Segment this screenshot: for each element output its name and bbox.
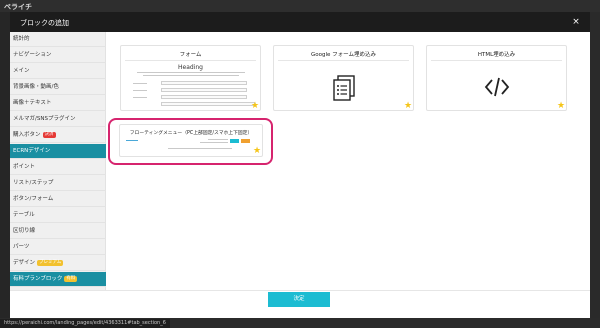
card-divider — [278, 60, 409, 61]
sidebar-item-label: メルマガ/SNSプラグイン — [13, 116, 76, 122]
sidebar-item-image-text[interactable]: 画像＋テキスト — [10, 96, 106, 111]
status-bar-url: https://peraichi.com/landing_pages/edit/… — [0, 319, 170, 328]
preview-input — [161, 88, 247, 92]
sidebar-item-paid-plan-blocks[interactable]: 有料プランブロック 有料 — [10, 272, 106, 287]
card-divider — [125, 60, 256, 61]
premium-badge: プレミアム — [37, 259, 64, 266]
highlight-ring — [108, 118, 273, 165]
sidebar-item-label: リスト/ステップ — [13, 180, 54, 186]
footer-divider — [10, 290, 590, 291]
app-topbar: ペライチ — [0, 0, 600, 12]
card-title: Google フォーム埋め込み — [311, 52, 376, 58]
sidebar-item-ec-design[interactable]: ECRNデザイン — [10, 144, 106, 159]
sidebar-item-newsletter-sns[interactable]: メルマガ/SNSプラグイン — [10, 112, 106, 127]
decide-button[interactable]: 決定 — [268, 292, 330, 307]
card-title: HTML埋め込み — [477, 52, 516, 58]
sidebar-item-list-step[interactable]: リスト/ステップ — [10, 176, 106, 191]
sidebar-item-label: テーブル — [13, 212, 35, 218]
payment-badge: 決済 — [42, 131, 56, 138]
modal-header: ブロックの追加 × — [10, 12, 590, 32]
sidebar-item-button-form[interactable]: ボタン/フォーム — [10, 192, 106, 207]
sidebar-item-background[interactable]: 背景画像・動画/色 — [10, 80, 106, 95]
card-divider — [431, 60, 562, 61]
sidebar-item-label: 区切り線 — [13, 228, 36, 234]
sidebar-item-navigation[interactable]: ナビゲーション — [10, 48, 106, 63]
preview-label — [133, 97, 147, 98]
close-icon[interactable]: × — [570, 16, 582, 28]
sidebar-item-purchase-button[interactable]: 購入ボタン 決済 — [10, 128, 106, 143]
preview-input — [161, 102, 255, 106]
preview-input — [161, 81, 247, 85]
preview-text-line — [137, 72, 245, 73]
sidebar-item-statistics[interactable]: 統計的 — [10, 32, 106, 47]
sidebar-item-label: ナビゲーション — [13, 52, 52, 58]
sidebar-item-label: デザイン — [13, 260, 36, 266]
paid-badge: 有料 — [64, 275, 78, 282]
modal-title: ブロックの追加 — [20, 19, 69, 27]
sidebar-item-main[interactable]: メイン — [10, 64, 106, 79]
block-card-google-form[interactable]: Google フォーム埋め込み ★ — [273, 45, 414, 111]
form-document-icon — [333, 75, 355, 101]
block-card-form[interactable]: フォーム Heading ★ — [120, 45, 261, 111]
app-right-panel — [590, 12, 600, 318]
sidebar-item-parts[interactable]: パーツ — [10, 240, 106, 255]
preview-text-line — [143, 75, 239, 76]
favorite-star-icon[interactable]: ★ — [404, 102, 412, 111]
sidebar-item-label: 画像＋テキスト — [13, 100, 52, 106]
preview-input — [161, 95, 247, 99]
sidebar-item-design[interactable]: デザイン プレミアム — [10, 256, 106, 271]
sidebar-item-label: ポイント — [13, 164, 36, 170]
sidebar-item-label: 有料プランブロック — [13, 276, 63, 282]
sidebar-item-point[interactable]: ポイント — [10, 160, 106, 175]
sidebar-item-table[interactable]: テーブル — [10, 208, 106, 223]
sidebar-item-label: パーツ — [13, 244, 30, 250]
sidebar-item-label: ECRNデザイン — [13, 148, 51, 154]
preview-label — [133, 90, 147, 91]
code-icon — [484, 77, 510, 97]
sidebar-item-label: 購入ボタン — [13, 132, 41, 138]
app-left-panel — [0, 12, 10, 318]
favorite-star-icon[interactable]: ★ — [251, 102, 259, 111]
sidebar-item-label: メイン — [13, 68, 30, 74]
preview-heading: Heading — [178, 64, 203, 71]
sidebar-item-label: ボタン/フォーム — [13, 196, 54, 202]
card-title: フォーム — [179, 52, 202, 58]
sidebar-item-label: 背景画像・動画/色 — [13, 84, 59, 90]
favorite-star-icon[interactable]: ★ — [557, 102, 565, 111]
preview-label — [133, 83, 147, 84]
app-logo: ペライチ — [4, 3, 32, 11]
block-card-html-embed[interactable]: HTML埋め込み ★ — [426, 45, 567, 111]
add-block-modal: ブロックの追加 × 統計的 ナビゲーション メイン 背景画像・動画/色 画像＋テ… — [10, 12, 590, 318]
sidebar-item-label: 統計的 — [13, 36, 30, 42]
sidebar-item-divider[interactable]: 区切り線 — [10, 224, 106, 239]
block-category-sidebar: 統計的 ナビゲーション メイン 背景画像・動画/色 画像＋テキスト メルマガ/S… — [10, 32, 106, 290]
